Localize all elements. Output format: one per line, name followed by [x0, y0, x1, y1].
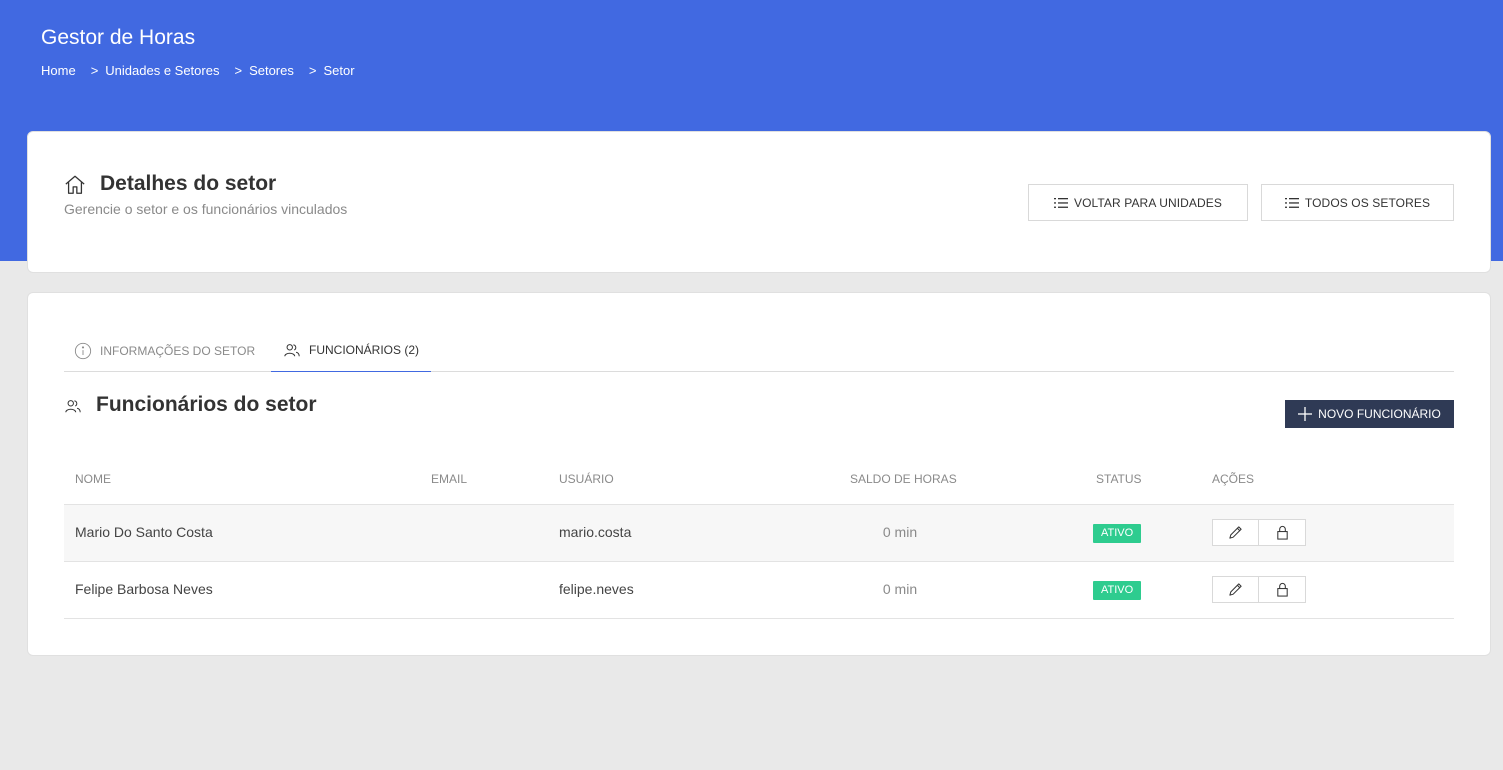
info-icon [74, 342, 92, 359]
cell-saldo: 0 min [882, 581, 918, 597]
list-icon [1053, 197, 1068, 208]
section-title: Funcionários do setor [96, 393, 317, 416]
column-header-status: STATUS [1096, 472, 1142, 486]
column-header-nome: NOME [75, 472, 111, 486]
users-icon [65, 400, 81, 413]
employees-table: NOME EMAIL USUÁRIO SALDO DE HORAS STATUS… [64, 459, 1454, 619]
tab-sector-info[interactable]: INFORMAÇÕES DO SETOR [74, 329, 255, 372]
table-row: Felipe Barbosa Neves felipe.neves 0 min … [64, 562, 1454, 619]
employees-card: INFORMAÇÕES DO SETOR FUNCIONÁRIOS (2) Fu… [27, 292, 1491, 656]
breadcrumb-home[interactable]: Home [41, 63, 76, 78]
tab-employees-label: FUNCIONÁRIOS (2) [309, 343, 420, 357]
cell-saldo: 0 min [882, 524, 918, 540]
breadcrumb: Home > Unidades e Setores > Setores > Se… [41, 63, 355, 78]
cell-nome: Mario Do Santo Costa [75, 524, 213, 540]
details-subtitle: Gerencie o setor e os funcionários vincu… [64, 201, 348, 217]
lock-button[interactable] [1259, 576, 1306, 603]
lock-icon [1276, 582, 1288, 597]
column-header-email: EMAIL [431, 472, 468, 486]
app-title: Gestor de Horas [41, 26, 196, 49]
new-employee-label: NOVO FUNCIONÁRIO [1318, 407, 1441, 421]
tab-sector-info-label: INFORMAÇÕES DO SETOR [100, 343, 256, 358]
back-to-units-label: VOLTAR PARA UNIDADES [1073, 195, 1223, 210]
details-title: Detalhes do setor [100, 172, 277, 195]
list-icon [1284, 197, 1299, 208]
breadcrumb-separator: > [90, 63, 99, 78]
breadcrumb-unidades-setores[interactable]: Unidades e Setores [105, 63, 219, 78]
users-icon [284, 344, 300, 357]
new-employee-button[interactable]: NOVO FUNCIONÁRIO [1285, 400, 1454, 428]
lock-button[interactable] [1259, 519, 1306, 546]
column-header-usuario: USUÁRIO [559, 472, 614, 486]
table-header: NOME EMAIL USUÁRIO SALDO DE HORAS STATUS… [64, 459, 1454, 505]
status-badge: ATIVO [1093, 524, 1142, 543]
pencil-icon [1229, 526, 1242, 539]
breadcrumb-setores[interactable]: Setores [249, 63, 294, 78]
tab-employees[interactable]: FUNCIONÁRIOS (2) [271, 329, 431, 372]
all-sectors-button[interactable]: TODOS OS SETORES [1261, 184, 1454, 221]
row-actions [1212, 576, 1306, 603]
edit-button[interactable] [1212, 519, 1259, 546]
back-to-units-button[interactable]: VOLTAR PARA UNIDADES [1028, 184, 1248, 221]
home-icon [65, 175, 85, 194]
table-row: Mario Do Santo Costa mario.costa 0 min A… [64, 505, 1454, 562]
row-actions [1212, 519, 1306, 546]
tab-bar: INFORMAÇÕES DO SETOR FUNCIONÁRIOS (2) [64, 329, 1454, 372]
lock-icon [1276, 525, 1288, 540]
column-header-acoes: AÇÕES [1212, 472, 1255, 486]
details-card: Detalhes do setor Gerencie o setor e os … [27, 131, 1491, 273]
breadcrumb-setor: Setor [323, 63, 355, 78]
all-sectors-label: TODOS OS SETORES [1304, 195, 1431, 210]
breadcrumb-separator: > [308, 63, 317, 78]
cell-usuario: mario.costa [559, 524, 632, 540]
pencil-icon [1229, 583, 1242, 596]
cell-usuario: felipe.neves [559, 581, 634, 597]
status-badge: ATIVO [1093, 581, 1142, 600]
plus-icon [1298, 407, 1313, 421]
cell-nome: Felipe Barbosa Neves [75, 581, 213, 597]
column-header-saldo: SALDO DE HORAS [850, 472, 957, 486]
breadcrumb-separator: > [234, 63, 243, 78]
edit-button[interactable] [1212, 576, 1259, 603]
